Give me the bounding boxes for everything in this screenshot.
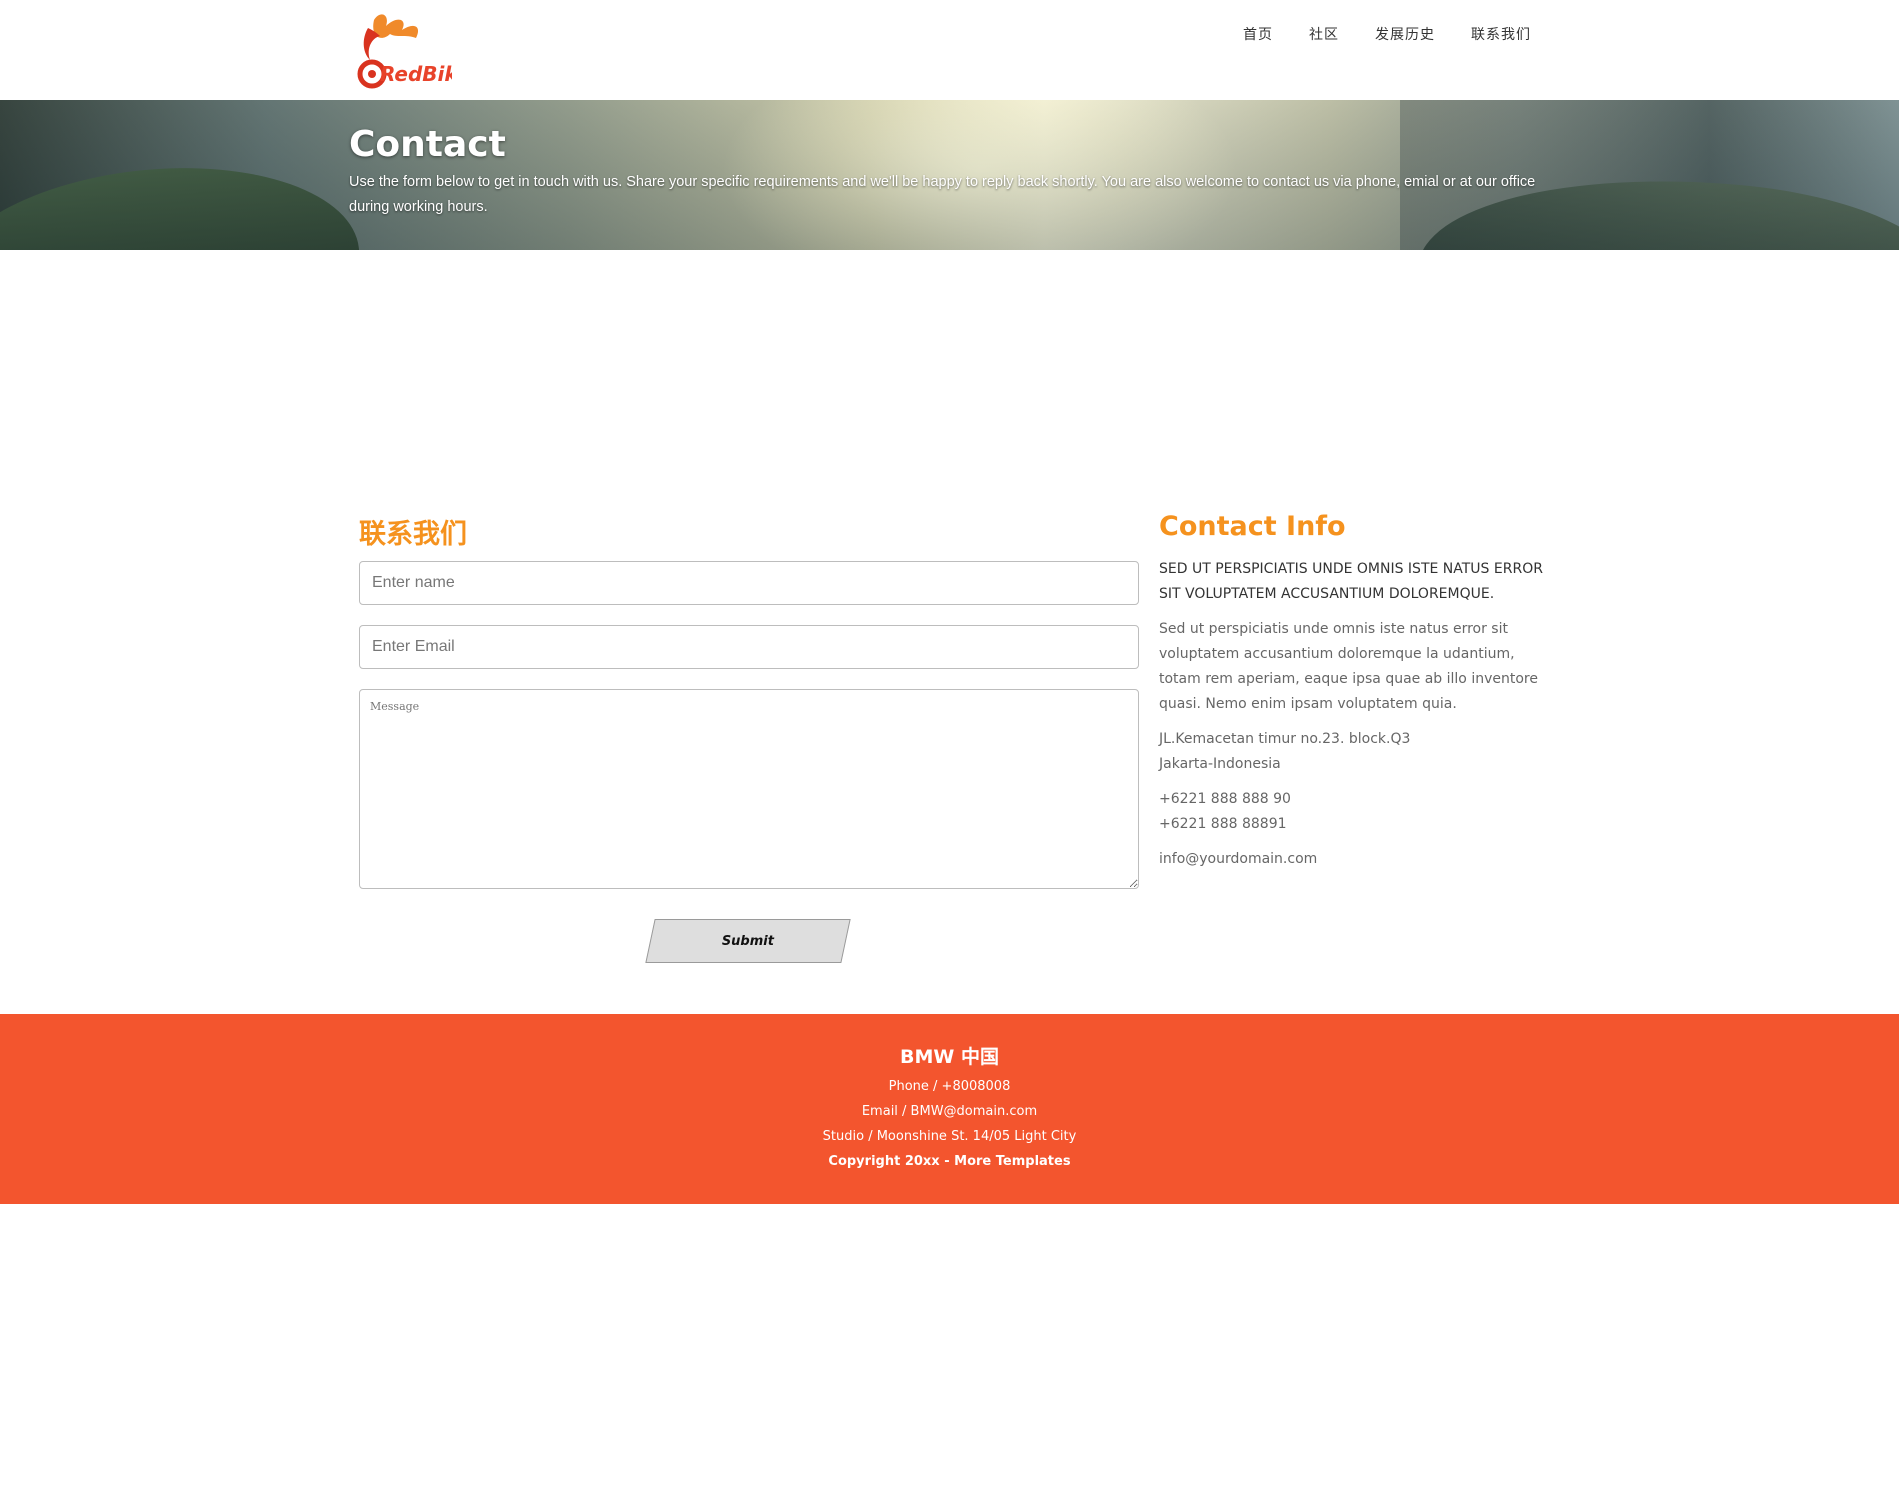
message-textarea[interactable] — [359, 689, 1139, 889]
phone-line-1: +6221 888 888 90 — [1159, 791, 1291, 807]
page-title: Contact — [349, 124, 506, 165]
phone-line-2: +6221 888 88891 — [1159, 816, 1287, 832]
nav-item-history[interactable]: 发展历史 — [1375, 24, 1435, 44]
contact-form-title: 联系我们 — [359, 519, 467, 550]
submit-button-label: Submit — [721, 933, 775, 949]
svg-text:RedBiker: RedBiker — [380, 62, 452, 86]
footer-copyright: Copyright 20xx - More Templates — [0, 1154, 1899, 1169]
redbiker-logo[interactable]: RedBiker — [356, 8, 452, 92]
name-input[interactable] — [359, 561, 1139, 605]
footer-address: Studio / Moonshine St. 14/05 Light City — [822, 1129, 1077, 1144]
email-input[interactable] — [359, 625, 1139, 669]
contact-info-description: Sed ut perspiciatis unde omnis iste natu… — [1159, 621, 1538, 712]
contact-info-lead: SED UT PERSPICIATIS UNDE OMNIS ISTE NATU… — [1159, 561, 1543, 602]
footer-phone: Phone / +8008008 — [888, 1079, 1011, 1094]
banner-description: Use the form below to get in touch with … — [349, 174, 1536, 215]
more-templates-link[interactable]: More Templates — [954, 1154, 1070, 1169]
contact-email[interactable]: info@yourdomain.com — [1159, 847, 1549, 872]
nav-item-community[interactable]: 社区 — [1309, 24, 1339, 44]
footer-email: Email / BMW@domain.com — [861, 1104, 1038, 1119]
main-nav: 首页 社区 发展历史 联系我们 — [1243, 24, 1531, 44]
submit-button[interactable]: Submit — [645, 919, 851, 963]
nav-item-contact[interactable]: 联系我们 — [1471, 24, 1531, 44]
contact-info-title: Contact Info — [1159, 511, 1346, 542]
address-line-1: JL.Kemacetan timur no.23. block.Q3 — [1159, 731, 1411, 747]
site-footer: BMW 中国 Phone / +8008008 Email / BMW@doma… — [0, 1014, 1899, 1204]
address-line-2: Jakarta-Indonesia — [1159, 756, 1281, 772]
copyright-text: Copyright 20xx - — [828, 1154, 955, 1169]
nav-item-home[interactable]: 首页 — [1243, 24, 1273, 44]
footer-brand: BMW 中国 — [900, 1046, 999, 1068]
site-header: RedBiker 首页 社区 发展历史 联系我们 — [0, 0, 1899, 100]
